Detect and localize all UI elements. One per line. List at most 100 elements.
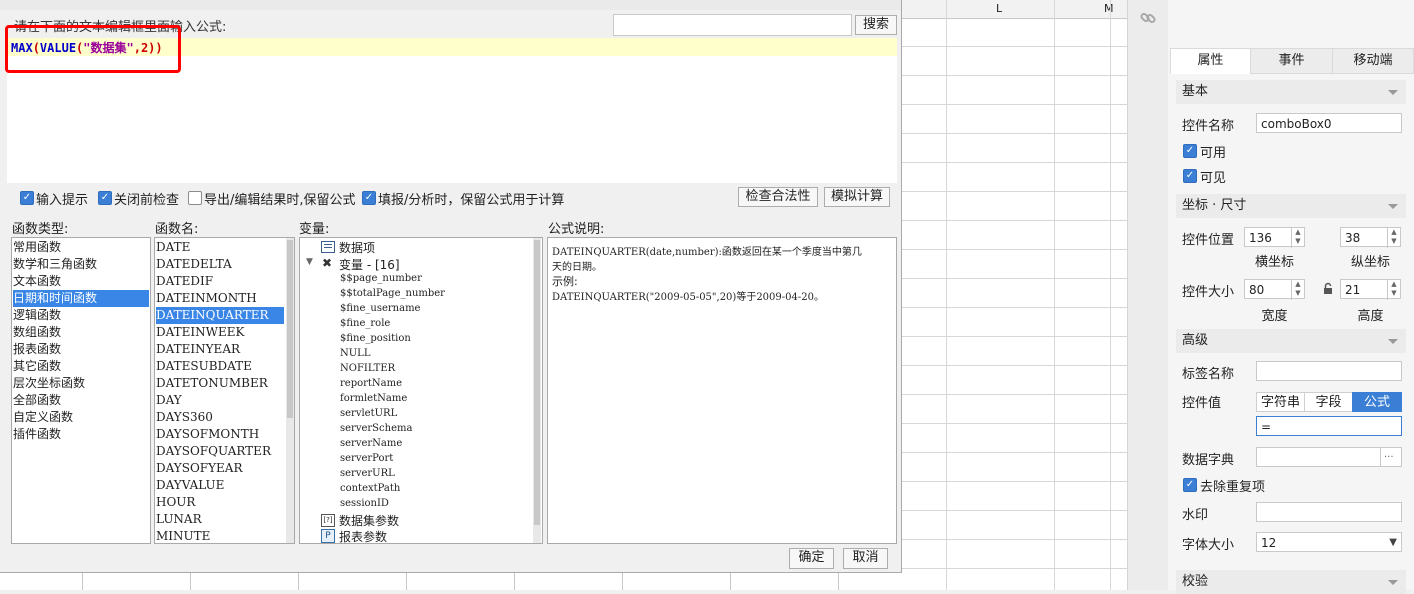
list-item[interactable]: DATETONUMBER <box>156 375 284 392</box>
width-stepper[interactable]: ▲ ▼ <box>1291 280 1304 300</box>
function-list-scrollbar[interactable] <box>286 238 294 543</box>
list-item[interactable]: DATESUBDATE <box>156 358 284 375</box>
chevron-up-icon[interactable]: ▲ <box>1292 228 1304 237</box>
check-before-close-checkbox[interactable]: ✓ <box>98 191 112 205</box>
section-basic[interactable]: 基本 <box>1176 80 1406 104</box>
list-item[interactable]: DAYSOFQUARTER <box>156 443 284 460</box>
tab-events[interactable]: 事件 <box>1250 48 1333 74</box>
tree-leaf-variable[interactable]: serverURL <box>340 468 395 479</box>
list-item[interactable]: DAYSOFYEAR <box>156 460 284 477</box>
list-item[interactable]: DAY <box>156 392 284 409</box>
list-item[interactable]: 数组函数 <box>13 324 149 341</box>
tree-leaf-variable[interactable]: reportName <box>340 378 402 389</box>
list-item[interactable]: 层次坐标函数 <box>13 375 149 392</box>
value-type-formula[interactable]: 公式 <box>1352 392 1402 412</box>
list-item-selected[interactable]: 日期和时间函数 <box>13 290 149 307</box>
chevron-up-icon[interactable]: ▲ <box>1292 280 1304 289</box>
font-size-select[interactable]: 12 ▼ <box>1256 532 1402 552</box>
list-item-selected[interactable]: DATEINQUARTER <box>156 307 284 324</box>
chevron-up-icon[interactable]: ▲ <box>1388 280 1400 289</box>
list-item[interactable]: DATE <box>156 239 284 256</box>
tree-leaf-variable[interactable]: $$totalPage_number <box>340 288 445 299</box>
scrollbar-thumb[interactable] <box>534 240 540 525</box>
list-item[interactable]: LUNAR <box>156 511 284 528</box>
list-item[interactable]: 文本函数 <box>13 273 149 290</box>
list-item[interactable]: 报表函数 <box>13 341 149 358</box>
position-y-input[interactable]: 38 ▲ ▼ <box>1340 227 1401 248</box>
tree-leaf-variable[interactable]: $$page_number <box>340 273 422 284</box>
chevron-down-icon[interactable]: ▼ <box>1292 289 1304 298</box>
tag-name-input[interactable] <box>1256 361 1402 381</box>
tree-leaf-variable[interactable]: $fine_position <box>340 333 411 344</box>
tree-leaf-variable[interactable]: NULL <box>340 348 370 359</box>
chevron-down-icon[interactable]: ▼ <box>1388 237 1400 246</box>
height-stepper[interactable]: ▲ ▼ <box>1387 280 1400 300</box>
column-header-l[interactable]: L <box>996 2 1002 15</box>
list-item[interactable]: DATEDELTA <box>156 256 284 273</box>
tree-leaf-variable[interactable]: $fine_role <box>340 318 390 329</box>
scrollbar-thumb[interactable] <box>287 240 293 418</box>
column-header-m[interactable]: M <box>1104 2 1114 15</box>
position-x-input[interactable]: 136 ▲ ▼ <box>1244 227 1305 248</box>
tree-node-variables[interactable]: 变量 - [16] <box>339 256 400 273</box>
list-item[interactable]: 插件函数 <box>13 426 149 443</box>
chevron-down-icon[interactable]: ▼ <box>1292 237 1304 246</box>
tab-mobile[interactable]: 移动端 <box>1332 48 1414 74</box>
list-item[interactable]: DATEINYEAR <box>156 341 284 358</box>
list-item[interactable]: DAYSOFMONTH <box>156 426 284 443</box>
list-item[interactable]: 逻辑函数 <box>13 307 149 324</box>
tree-leaf-variable[interactable]: serverPort <box>340 453 393 464</box>
lock-icon[interactable] <box>1323 282 1333 298</box>
list-item[interactable]: HOUR <box>156 494 284 511</box>
list-item[interactable]: DATEDIF <box>156 273 284 290</box>
height-input[interactable]: 21 ▲ ▼ <box>1340 279 1401 300</box>
tree-node-data-item[interactable]: 数据项 <box>339 239 375 256</box>
chevron-down-icon[interactable]: ▼ <box>1388 289 1400 298</box>
list-item[interactable]: DAYVALUE <box>156 477 284 494</box>
data-dictionary-input[interactable] <box>1256 447 1381 467</box>
widget-name-input[interactable]: comboBox0 <box>1256 113 1402 133</box>
dedupe-checkbox[interactable]: ✓ <box>1183 478 1197 492</box>
keep-formula-export-checkbox[interactable] <box>188 191 202 205</box>
position-x-stepper[interactable]: ▲ ▼ <box>1291 228 1304 248</box>
tree-leaf-variable[interactable]: contextPath <box>340 483 400 494</box>
list-item[interactable]: MINUTE <box>156 528 284 543</box>
tree-leaf-variable[interactable]: formletName <box>340 393 407 404</box>
search-input[interactable] <box>613 14 852 36</box>
list-item[interactable]: 常用函数 <box>13 239 149 256</box>
link-icon[interactable] <box>1139 9 1157 30</box>
value-type-string[interactable]: 字符串 <box>1256 392 1305 412</box>
check-validity-button[interactable]: 检查合法性 <box>738 187 818 207</box>
value-type-field[interactable]: 字段 <box>1304 392 1353 412</box>
tree-leaf-variable[interactable]: serverName <box>340 438 402 449</box>
list-item[interactable]: DATEINMONTH <box>156 290 284 307</box>
keep-formula-fill-checkbox[interactable]: ✓ <box>362 191 376 205</box>
tab-properties[interactable]: 属性 <box>1170 48 1251 74</box>
enabled-checkbox[interactable]: ✓ <box>1183 144 1197 158</box>
tree-node-dataset-params[interactable]: 数据集参数 <box>339 512 399 529</box>
variable-tree-scrollbar[interactable] <box>533 238 541 543</box>
tree-node-report-params[interactable]: 报表参数 <box>339 528 387 543</box>
width-input[interactable]: 80 ▲ ▼ <box>1244 279 1305 300</box>
tree-leaf-variable[interactable]: $fine_username <box>340 303 420 314</box>
chevron-up-icon[interactable]: ▲ <box>1388 228 1400 237</box>
expand-chevron-icon[interactable]: ▼ <box>306 257 313 267</box>
tree-leaf-variable[interactable]: NOFILTER <box>340 363 395 374</box>
list-item[interactable]: DATEINWEEK <box>156 324 284 341</box>
tree-leaf-variable[interactable]: servletURL <box>340 408 397 419</box>
input-hint-checkbox[interactable]: ✓ <box>20 191 34 205</box>
section-coords[interactable]: 坐标 · 尺寸 <box>1176 194 1406 218</box>
section-advanced[interactable]: 高级 <box>1176 329 1406 353</box>
widget-value-formula-input[interactable]: = <box>1256 416 1402 436</box>
visible-checkbox[interactable]: ✓ <box>1183 169 1197 183</box>
list-item[interactable]: DAYS360 <box>156 409 284 426</box>
ok-button[interactable]: 确定 <box>789 548 834 569</box>
section-validation[interactable]: 校验 <box>1176 570 1406 594</box>
list-item[interactable]: 全部函数 <box>13 392 149 409</box>
cancel-button[interactable]: 取消 <box>843 548 888 569</box>
watermark-input[interactable] <box>1256 502 1402 522</box>
list-item[interactable]: 自定义函数 <box>13 409 149 426</box>
position-y-stepper[interactable]: ▲ ▼ <box>1387 228 1400 248</box>
list-item[interactable]: 数学和三角函数 <box>13 256 149 273</box>
simulate-calc-button[interactable]: 模拟计算 <box>824 187 890 207</box>
